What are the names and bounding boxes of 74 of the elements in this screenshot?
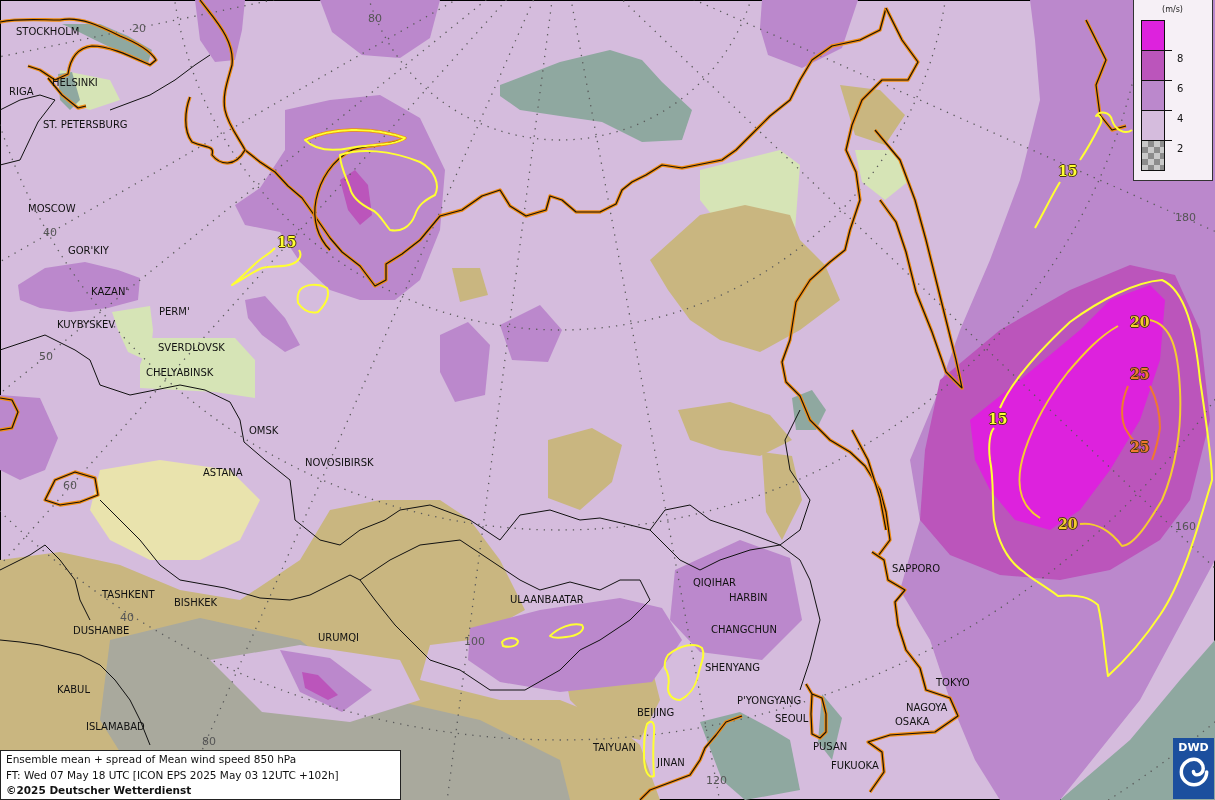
city-label: FUKUOKA [831,760,879,772]
graticule-label: 80 [202,736,216,748]
city-label: CHANGCHUN [711,624,777,636]
city-label: CHELYABINSK [146,367,214,379]
city-label: GOR'KIY [68,245,109,257]
city-label: SAPPORO [892,563,941,575]
wind-speed-area [195,0,245,62]
sea-area [792,390,826,430]
graticule-label: 40 [43,227,57,239]
city-label: KAZAN' [91,286,129,298]
isotach-label: 20 [1130,314,1150,330]
city-label: PERM' [159,306,190,318]
city-label: P'YONGYANG [737,695,802,707]
graticule-label: 80 [368,13,382,25]
isotach-label: 20 [1058,516,1078,532]
graticule-label: 20 [132,23,146,35]
city-label: TOKYO [936,677,970,689]
city-label: STOCKHOLM [16,26,80,38]
graticule-label: 100 [464,636,485,648]
graticule-label: 40 [120,612,134,624]
city-label: ST. PETERSBURG [43,119,128,131]
city-label: NAGOYA [906,702,948,714]
city-label: TASHKENT [102,589,155,601]
graticule-label: 60 [63,480,77,492]
city-label: SEOUL [775,713,809,725]
wind-speed-area [500,305,562,362]
city-label: URUMQI [318,632,360,644]
coastline [43,470,100,507]
legend-tick-label: 4 [1177,113,1184,125]
swirl-icon [1178,757,1209,787]
coastline [0,396,20,432]
city-label: KUYBYSKEV [57,319,116,331]
legend-unit: (m/s) [1162,4,1183,16]
city-label: DUSHANBE [73,625,130,637]
copyright-text: ©2025 Deutscher Wetterdienst [6,783,193,798]
isotach-label: 15 [1058,163,1078,179]
wind-speed-area [302,672,338,700]
city-label: BISHKEK [174,597,218,609]
terrain-area [840,85,905,145]
city-label: QIQIHAR [693,577,736,589]
country-border [0,94,56,166]
city-label: HELSINKI [52,77,98,89]
caption-line: Ensemble mean + spread of Mean wind speed 850 hPa [6,752,298,767]
city-label: ULAANBAATAR [510,594,584,606]
city-label: ASTANA [203,467,243,479]
city-label: BEIJING [637,707,675,719]
city-label: OMSK [249,425,279,437]
city-label: SHENYANG [705,662,761,674]
graticule-label: 180 [1175,212,1196,224]
logo-text: DWD [1178,741,1209,754]
city-label: JINAN [657,757,685,769]
terrain-area [452,268,488,302]
isotach-label: 25 [1130,366,1150,382]
city-label: KABUL [57,684,90,696]
legend-tick-label: 8 [1177,53,1184,65]
graticule-label: 120 [706,775,727,787]
isotach-label: 15 [988,411,1008,427]
city-label: NOVOSIBIRSK [305,457,374,469]
legend-tick-label: 6 [1177,83,1184,95]
graticule-label: 160 [1175,521,1196,533]
caption-line: FT: Wed 07 May 18 UTC [ICON EPS 2025 May 03 12UTC +102h] [6,767,340,783]
city-label: PUSAN [813,741,848,753]
city-label: HARBIN [729,592,768,604]
terrain-area [855,150,910,200]
isotach-label: 25 [1130,439,1150,455]
city-label: TAIYUAN [593,742,636,754]
isotach-label: 15 [277,234,297,250]
city-label: ISLAMABAD [86,721,145,733]
city-label: MOSCOW [28,203,76,215]
legend-tick-label: 2 [1177,143,1184,155]
city-label: OSAKA [895,716,930,728]
graticule-label: 50 [39,351,53,363]
city-label: SVERDLOVSK [158,342,225,354]
city-label: RIGA [9,86,34,98]
